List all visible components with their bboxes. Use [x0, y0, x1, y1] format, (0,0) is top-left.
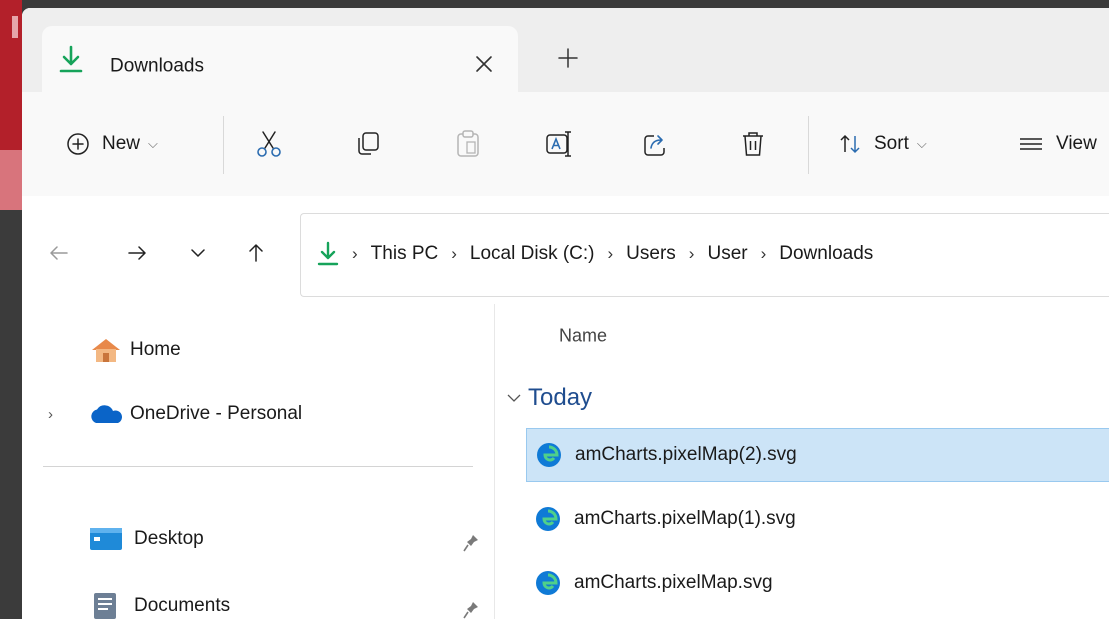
- toolbar-divider: [808, 116, 809, 174]
- paste-icon[interactable]: [454, 129, 482, 159]
- background-window-edge: [0, 0, 22, 150]
- back-arrow-icon[interactable]: [47, 241, 71, 265]
- breadcrumb-separator-icon[interactable]: ›: [689, 244, 695, 264]
- view-list-icon: [1020, 138, 1042, 150]
- share-icon[interactable]: [642, 130, 670, 158]
- column-header-name[interactable]: Name: [559, 326, 607, 347]
- group-title: Today: [528, 384, 593, 411]
- download-icon: [59, 45, 83, 73]
- chevron-down-icon: [507, 394, 521, 402]
- breadcrumb-separator-icon[interactable]: ›: [608, 244, 614, 264]
- download-icon: [317, 241, 339, 266]
- view-button[interactable]: View: [1018, 132, 1097, 156]
- sidebar-item-documents[interactable]: Documents: [94, 593, 230, 619]
- sidebar-item-label: Documents: [134, 595, 231, 616]
- breadcrumb-downloads[interactable]: Downloads: [779, 243, 873, 265]
- cloud-icon: [91, 405, 122, 423]
- copy-icon[interactable]: [354, 130, 382, 158]
- sidebar-item-onedrive[interactable]: › OneDrive - Personal: [48, 403, 302, 425]
- navigation-bar: › This PC › Local Disk (C:) › Users › Us…: [22, 196, 1109, 304]
- edge-browser-icon: [537, 443, 561, 467]
- file-list: Name Today amCharts.pixelMap(2).svg amCh…: [496, 304, 1109, 619]
- file-row[interactable]: amCharts.pixelMap(2).svg: [526, 428, 1109, 482]
- recent-locations-chevron-icon[interactable]: [186, 241, 210, 265]
- file-explorer-window: Downloads New ⌵ Sort ⌵ View › This PC › …: [22, 8, 1109, 619]
- view-label: View: [1056, 133, 1097, 154]
- background-window-edge-dark: [0, 210, 22, 619]
- sidebar-item-label: Desktop: [134, 528, 204, 549]
- new-tab-button[interactable]: [557, 47, 579, 69]
- group-header-today[interactable]: Today: [506, 384, 592, 412]
- sidebar-item-label: Home: [130, 339, 181, 360]
- rename-icon[interactable]: [544, 129, 576, 159]
- breadcrumb-user[interactable]: User: [707, 243, 747, 265]
- file-row[interactable]: amCharts.pixelMap(1).svg: [526, 492, 1109, 546]
- command-bar: New ⌵ Sort ⌵ View: [22, 92, 1109, 197]
- chevron-right-icon[interactable]: ›: [48, 406, 64, 423]
- tab-downloads[interactable]: Downloads: [42, 26, 518, 92]
- edge-browser-icon: [536, 571, 560, 595]
- breadcrumb-separator-icon[interactable]: ›: [352, 244, 358, 264]
- new-button[interactable]: New ⌵: [66, 132, 158, 156]
- plus-circle-icon: [67, 133, 89, 155]
- chevron-down-icon: ⌵: [148, 136, 158, 151]
- breadcrumb-separator-icon[interactable]: ›: [451, 244, 457, 264]
- breadcrumb-this-pc[interactable]: This PC: [371, 243, 439, 265]
- file-name: amCharts.pixelMap(2).svg: [575, 444, 797, 465]
- pin-icon[interactable]: [463, 534, 479, 552]
- sort-label: Sort: [874, 133, 909, 154]
- file-name: amCharts.pixelMap.svg: [574, 572, 773, 593]
- breadcrumb-local-disk[interactable]: Local Disk (C:): [470, 243, 595, 265]
- background-window-edge-mark: [12, 16, 18, 38]
- sort-button[interactable]: Sort ⌵: [838, 132, 927, 156]
- delete-icon[interactable]: [740, 129, 766, 159]
- sidebar-divider: [43, 466, 473, 467]
- sidebar-item-label: OneDrive - Personal: [130, 403, 303, 424]
- sidebar-item-home[interactable]: Home: [90, 337, 181, 363]
- toolbar-divider: [223, 116, 224, 174]
- desktop-icon: [90, 528, 122, 550]
- chevron-down-icon: ⌵: [916, 136, 927, 151]
- new-label: New: [102, 133, 141, 154]
- breadcrumb-users[interactable]: Users: [626, 243, 676, 265]
- pin-icon[interactable]: [463, 601, 479, 619]
- navigation-pane: Home › OneDrive - Personal Desktop Docum…: [22, 304, 495, 619]
- address-bar[interactable]: › This PC › Local Disk (C:) › Users › Us…: [300, 213, 1109, 297]
- pane-divider[interactable]: [494, 304, 495, 619]
- close-icon[interactable]: [474, 54, 494, 74]
- background-window-edge-lower: [0, 150, 22, 210]
- breadcrumb-separator-icon[interactable]: ›: [761, 244, 767, 264]
- sidebar-item-desktop[interactable]: Desktop: [90, 528, 204, 550]
- up-arrow-icon[interactable]: [244, 241, 268, 265]
- breadcrumb: › This PC › Local Disk (C:) › Users › Us…: [317, 241, 873, 267]
- cut-icon[interactable]: [254, 129, 284, 159]
- forward-arrow-icon[interactable]: [125, 241, 149, 265]
- sort-icon: [840, 134, 860, 154]
- file-name: amCharts.pixelMap(1).svg: [574, 508, 796, 529]
- title-bar: Downloads: [22, 8, 1109, 92]
- edge-browser-icon: [536, 507, 560, 531]
- file-row[interactable]: amCharts.pixelMap.svg: [526, 556, 1109, 610]
- tab-title: Downloads: [110, 55, 204, 77]
- document-icon: [94, 593, 116, 619]
- home-icon: [92, 339, 120, 362]
